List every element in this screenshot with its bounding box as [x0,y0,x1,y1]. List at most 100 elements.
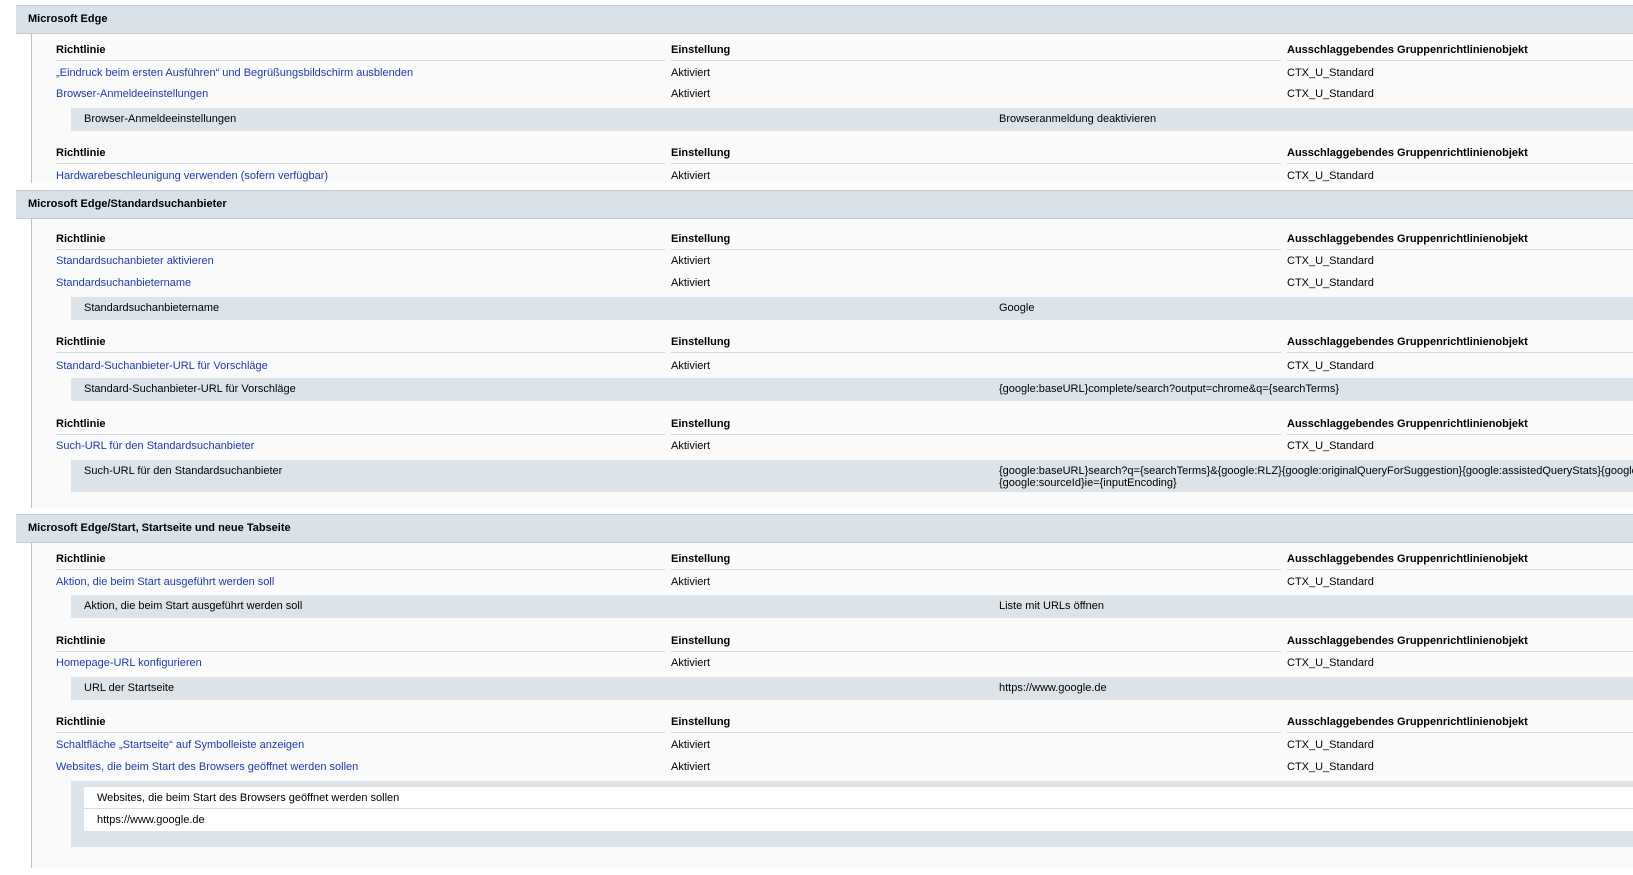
policy-link[interactable]: Aktion, die beim Start ausgeführt werden… [56,576,274,588]
gpo-value: CTX_U_Standard [1287,739,1374,751]
column-header-setting: Einstellung [671,635,731,647]
column-header-setting: Einstellung [671,233,731,245]
column-header-setting: Einstellung [671,147,731,159]
detail-value-line: {google:sourceId}ie={inputEncoding} [999,477,1177,489]
policy-link[interactable]: Websites, die beim Start des Browsers ge… [56,761,358,773]
divider [56,569,665,570]
column-header-policy: Richtlinie [56,716,106,728]
setting-value: Aktiviert [671,88,711,100]
gpo-value: CTX_U_Standard [1287,255,1374,267]
column-header-setting: Einstellung [671,44,731,56]
column-header-gpo: Ausschlaggebendes Gruppenrichtlinienobje… [1287,44,1528,56]
divider [1287,60,1633,61]
policy-link[interactable]: Browser-Anmeldeeinstellungen [56,88,208,100]
gpo-value: CTX_U_Standard [1287,170,1374,182]
divider [1287,163,1633,164]
policy-link[interactable]: Such-URL für den Standardsuchanbieter [56,440,254,452]
setting-value: Aktiviert [671,761,711,773]
gpo-value: CTX_U_Standard [1287,360,1374,372]
column-header-policy: Richtlinie [56,418,106,430]
divider [671,163,1281,164]
divider [671,569,1281,570]
section-header-standardsuchanbieter[interactable]: Microsoft Edge/Standardsuchanbieter [16,190,1633,219]
column-header-gpo: Ausschlaggebendes Gruppenrichtlinienobje… [1287,553,1528,565]
policy-link[interactable]: Homepage-URL konfigurieren [56,657,202,669]
divider [56,651,665,652]
setting-value: Aktiviert [671,360,711,372]
column-header-gpo: Ausschlaggebendes Gruppenrichtlinienobje… [1287,233,1528,245]
gpo-value: CTX_U_Standard [1287,67,1374,79]
setting-value: Aktiviert [671,277,711,289]
column-header-setting: Einstellung [671,336,731,348]
divider [1287,651,1633,652]
divider [56,732,665,733]
column-header-policy: Richtlinie [56,44,106,56]
divider [56,352,665,353]
websites-list: Websites, die beim Start des Browsers ge… [84,787,1633,831]
websites-detail-box: Websites, die beim Start des Browsers ge… [71,781,1633,847]
divider [671,651,1281,652]
detail-label: Standard-Suchanbieter-URL für Vorschläge [84,383,296,395]
gpo-report-page: Microsoft Edge Richtlinie Einstellung Au… [0,0,1633,875]
policy-link[interactable]: „Eindruck beim ersten Ausführen“ und Beg… [56,67,413,79]
policy-link[interactable]: Standardsuchanbietername [56,277,191,289]
detail-label: Such-URL für den Standardsuchanbieter [84,465,283,477]
detail-label: Aktion, die beim Start ausgeführt werden… [84,600,303,612]
detail-row: URL der Startseite https://www.google.de [71,677,1633,700]
section-header-start-startseite[interactable]: Microsoft Edge/Start, Startseite und neu… [16,514,1633,543]
divider [671,60,1281,61]
setting-value: Aktiviert [671,440,711,452]
divider [671,434,1281,435]
detail-row: Browser-Anmeldeeinstellungen Browseranme… [71,108,1633,131]
policy-link[interactable]: Schaltfläche „Startseite“ auf Symbolleis… [56,739,304,751]
setting-value: Aktiviert [671,170,711,182]
column-header-gpo: Ausschlaggebendes Gruppenrichtlinienobje… [1287,716,1528,728]
detail-label: URL der Startseite [84,682,175,694]
divider [1287,732,1633,733]
detail-row: Standardsuchanbietername Google [71,297,1633,320]
gpo-value: CTX_U_Standard [1287,657,1374,669]
column-header-gpo: Ausschlaggebendes Gruppenrichtlinienobje… [1287,418,1528,430]
gpo-value: CTX_U_Standard [1287,761,1374,773]
detail-value: {google:baseURL}complete/search?output=c… [999,383,1339,395]
setting-value: Aktiviert [671,657,711,669]
setting-value: Aktiviert [671,576,711,588]
column-header-gpo: Ausschlaggebendes Gruppenrichtlinienobje… [1287,635,1528,647]
gpo-value: CTX_U_Standard [1287,277,1374,289]
column-header-setting: Einstellung [671,553,731,565]
setting-value: Aktiviert [671,255,711,267]
detail-value: Google [999,302,1035,314]
policy-link[interactable]: Hardwarebeschleunigung verwenden (sofern… [56,170,328,182]
detail-value-line: {google:baseURL}search?q={searchTerms}&{… [999,465,1633,477]
detail-row: Aktion, die beim Start ausgeführt werden… [71,595,1633,618]
detail-value: {google:baseURL}search?q={searchTerms}&{… [999,465,1633,489]
column-header-policy: Richtlinie [56,147,106,159]
divider [1287,569,1633,570]
divider [56,60,665,61]
column-header-policy: Richtlinie [56,635,106,647]
gpo-value: CTX_U_Standard [1287,576,1374,588]
list-item: https://www.google.de [84,809,1633,831]
divider [671,732,1281,733]
column-header-setting: Einstellung [671,418,731,430]
divider [56,163,665,164]
divider [1287,434,1633,435]
detail-value: https://www.google.de [999,682,1107,694]
websites-list-label: Websites, die beim Start des Browsers ge… [97,792,400,804]
policy-link[interactable]: Standard-Suchanbieter-URL für Vorschläge [56,360,268,372]
column-header-policy: Richtlinie [56,233,106,245]
section-header-microsoft-edge[interactable]: Microsoft Edge [16,5,1633,34]
column-header-gpo: Ausschlaggebendes Gruppenrichtlinienobje… [1287,336,1528,348]
column-header-policy: Richtlinie [56,336,106,348]
divider [671,352,1281,353]
divider [56,434,665,435]
detail-row: Such-URL für den Standardsuchanbieter {g… [71,460,1633,492]
policy-link[interactable]: Standardsuchanbieter aktivieren [56,255,214,267]
setting-value: Aktiviert [671,67,711,79]
websites-list-header: Websites, die beim Start des Browsers ge… [84,787,1633,809]
divider [1287,249,1633,250]
websites-list-value: https://www.google.de [97,814,205,826]
column-header-setting: Einstellung [671,716,731,728]
setting-value: Aktiviert [671,739,711,751]
column-header-policy: Richtlinie [56,553,106,565]
